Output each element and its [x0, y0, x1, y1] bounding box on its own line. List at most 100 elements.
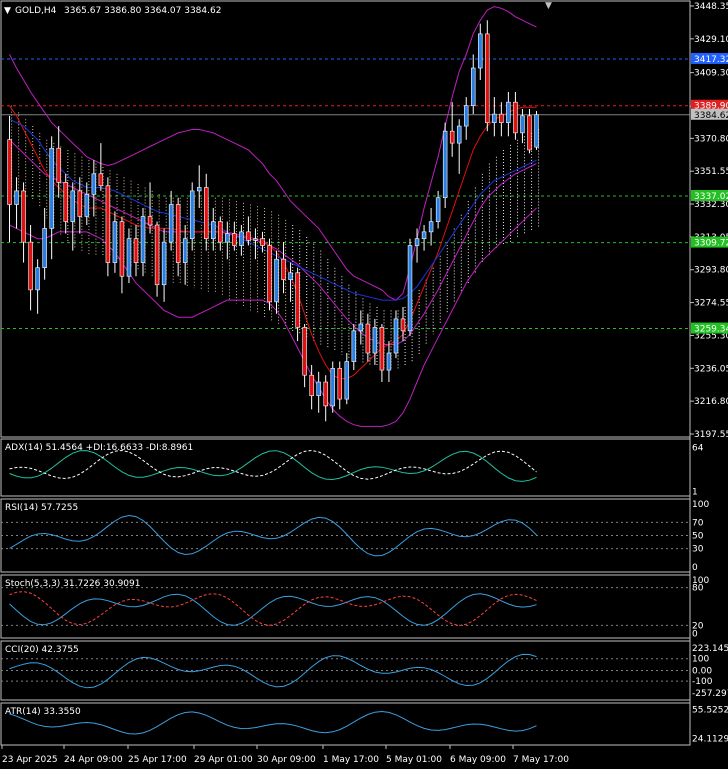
candle-body	[84, 194, 90, 217]
candle-body	[154, 224, 160, 286]
candle-body	[14, 190, 19, 205]
candle-body	[232, 233, 237, 246]
bollinger-upper-line	[9, 6, 537, 301]
candle-body	[189, 190, 195, 239]
candle-body	[161, 241, 167, 286]
time-tick-label: 5 May 01:00	[386, 755, 442, 765]
candle-body	[42, 228, 47, 268]
price-tag-label: 3309.72	[694, 239, 728, 249]
panel-tick-stoch: 0	[692, 630, 698, 640]
panel-label-adx: ADX(14) 51.4564 +DI:16.6633 -DI:8.8961	[5, 443, 193, 453]
time-tick-label: 1 May 17:00	[323, 755, 379, 765]
panel-tick-cci: 223.1458	[692, 644, 728, 654]
candle-body	[225, 233, 230, 243]
time-axis: 23 Apr 2025 24 Apr 09:00 25 Apr 17:00 29 Ap…	[1, 744, 690, 765]
scroll-triangle-icon[interactable]: ▼	[545, 1, 552, 11]
panel-tick-rsi: 30	[692, 545, 704, 555]
candle-body	[428, 221, 434, 233]
panel-tick-atr: 24.1129	[692, 735, 728, 745]
candle-body	[175, 204, 181, 263]
candle-body	[28, 241, 33, 291]
candle-body	[344, 361, 350, 400]
price-tick-label: 3197.55	[694, 430, 728, 440]
panel-tick-cci: -257.297	[692, 689, 728, 699]
price-tick-label: 3448.35	[694, 2, 728, 12]
chart-svg: 3448.353429.103409.303389.613370.803351.…	[0, 0, 728, 765]
candle-body	[77, 190, 83, 217]
candle-body	[119, 221, 125, 277]
candle-body	[492, 113, 497, 123]
candle-body	[358, 323, 364, 332]
price-tick-label: 3409.30	[694, 69, 728, 79]
candle-body	[309, 374, 314, 396]
candle-body	[506, 101, 511, 123]
candle-body	[449, 130, 455, 144]
candle-body	[140, 216, 146, 263]
candle-body	[204, 187, 209, 239]
time-tick-label: 29 Apr 01:00	[194, 755, 253, 765]
candle-body	[98, 173, 104, 187]
price-tick-label: 3429.10	[694, 35, 728, 45]
bollinger-lower-line	[9, 207, 537, 427]
price-tag-label: 3259.34	[694, 325, 728, 335]
candle-body	[112, 221, 118, 263]
price-tick-label: 3351.55	[694, 167, 728, 177]
time-tick-label: 30 Apr 09:00	[257, 755, 316, 765]
header-arrow-icon[interactable]: ▼	[4, 6, 11, 16]
panel-line-plusdi-adx	[9, 449, 537, 480]
candle-body	[527, 115, 532, 151]
candle-body	[393, 318, 399, 354]
candle-body	[91, 173, 97, 195]
panel-tick-cci: -100	[692, 677, 713, 687]
candle-body	[196, 187, 202, 192]
candle-body	[337, 368, 342, 400]
time-tick-label: 25 Apr 17:00	[128, 755, 187, 765]
price-tick-label: 3236.05	[694, 364, 728, 374]
candle-body	[168, 204, 174, 243]
panel-label-cci: CCI(20) 42.3755	[5, 645, 79, 655]
price-tag-label: 3417.32	[694, 55, 728, 65]
candle-body	[478, 33, 483, 69]
panel-tick-rsi: 0	[692, 563, 698, 573]
candle-body	[35, 267, 40, 291]
panel-tick-adx: 1	[692, 487, 698, 497]
candle-body	[49, 147, 54, 229]
panel-tick-cci: 0.00	[692, 667, 712, 677]
candle-body	[260, 238, 265, 246]
candle-body	[302, 327, 307, 376]
panel-label-atr: ATR(14) 33.3550	[5, 707, 81, 717]
candles	[7, 20, 539, 422]
panel-tick-rsi: 70	[692, 518, 704, 528]
panel-line-signal-stoch	[9, 591, 537, 626]
candle-body	[126, 238, 132, 277]
candle-body	[253, 238, 258, 241]
panel-tick-adx: 64	[692, 444, 704, 454]
candle-body	[274, 258, 279, 303]
candle-body	[267, 245, 272, 303]
candle-body	[182, 238, 188, 263]
price-tick-label: 3216.80	[694, 397, 728, 407]
ohlc-values: 3365.67 3386.80 3364.07 3384.62	[64, 6, 221, 16]
candle-body	[456, 125, 462, 144]
candle-body	[372, 327, 378, 354]
candle-body	[70, 190, 75, 222]
candle-body	[281, 258, 286, 280]
candle-body	[7, 139, 12, 205]
candle-body	[463, 105, 469, 127]
panel-tick-rsi: 100	[692, 500, 709, 510]
panel-line-main-adx	[9, 450, 537, 482]
panel-tick-rsi: 50	[692, 532, 704, 542]
candle-body	[365, 323, 371, 354]
time-tick-label: 23 Apr 2025	[2, 755, 58, 765]
candle-body	[471, 67, 476, 106]
candle-body	[218, 221, 223, 243]
candle-body	[485, 33, 490, 123]
candle-body	[520, 115, 525, 134]
level-lines	[1, 58, 690, 330]
candle-body	[295, 272, 300, 328]
time-tick-label: 7 May 17:00	[513, 755, 569, 765]
panel-tick-stoch: 80	[692, 584, 704, 594]
candle-body	[330, 368, 335, 407]
candle-body	[133, 238, 139, 263]
candle-body	[288, 272, 293, 280]
